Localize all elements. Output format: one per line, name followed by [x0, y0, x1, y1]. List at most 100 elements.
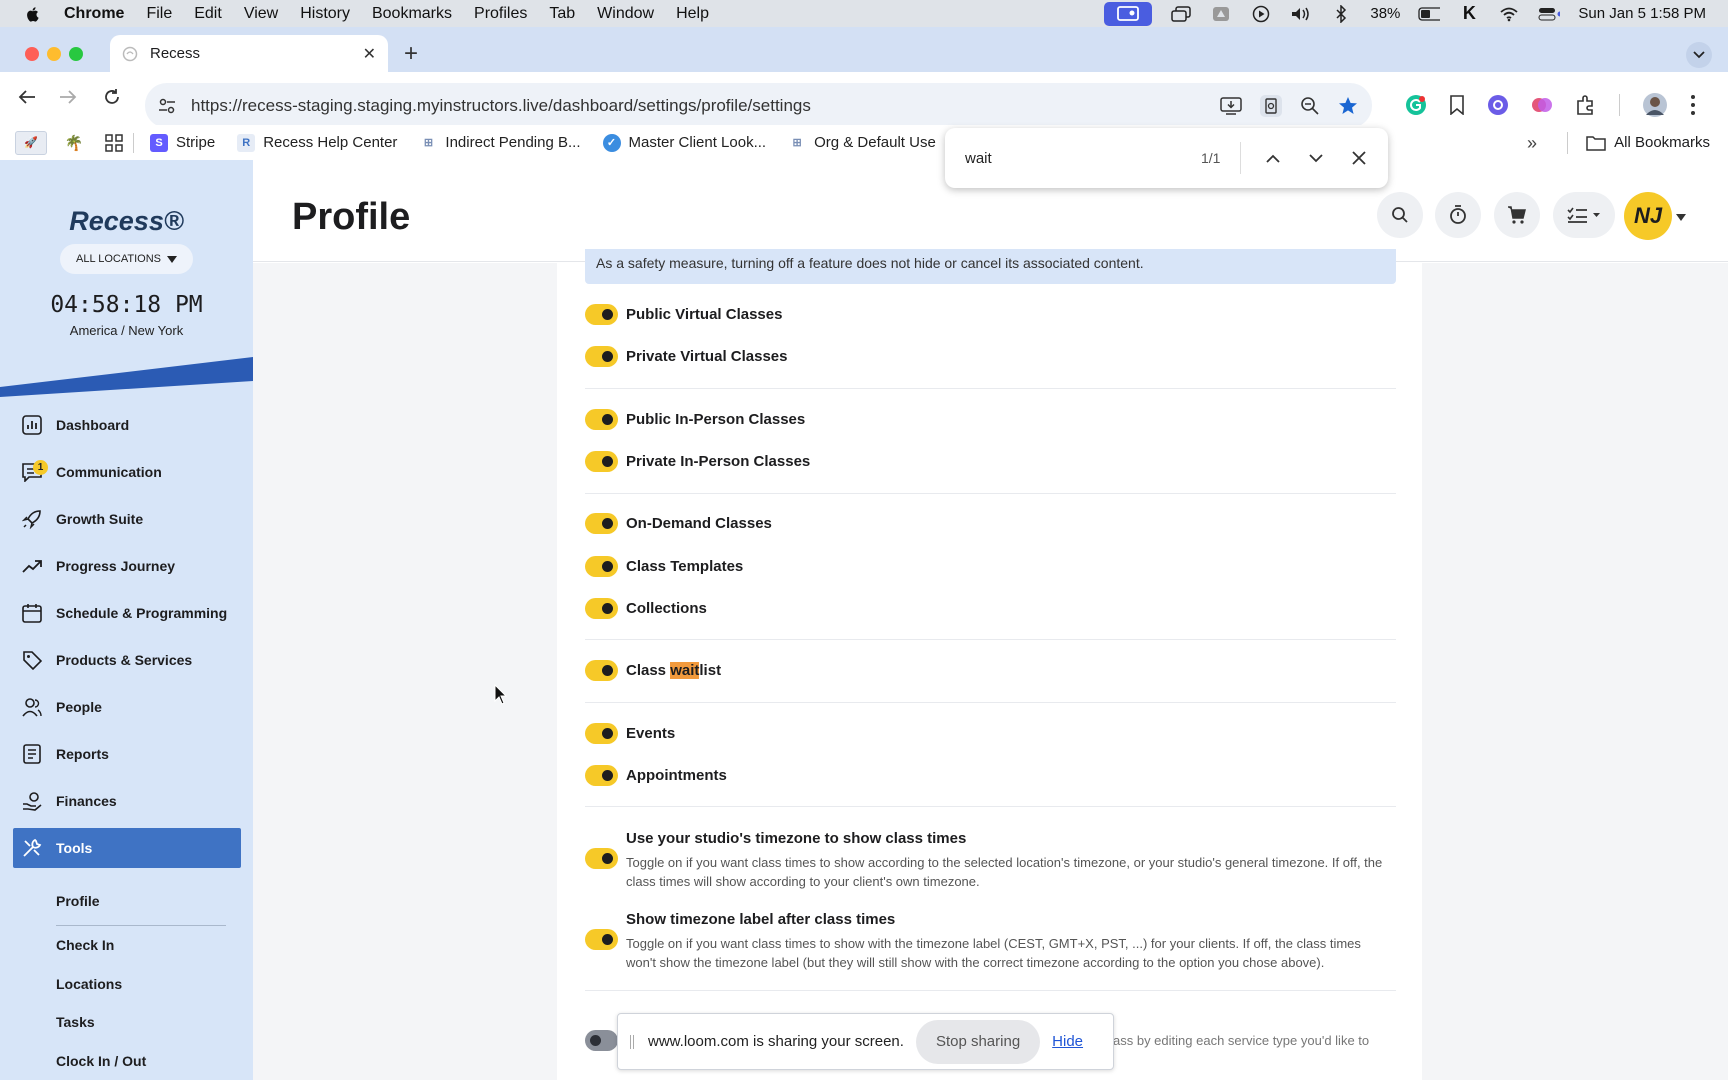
site-info-icon[interactable]	[157, 96, 177, 116]
header-tasks-button[interactable]	[1553, 192, 1615, 238]
toggle-switch[interactable]	[585, 598, 618, 619]
bookmark-master-client[interactable]: ✓ Master Client Look...	[602, 133, 766, 152]
header-timer-button[interactable]	[1435, 192, 1481, 238]
k-app-icon[interactable]: K	[1458, 3, 1480, 23]
window-zoom-button[interactable]	[69, 47, 83, 61]
chrome-profile-avatar[interactable]	[1642, 92, 1668, 118]
menu-file[interactable]: File	[146, 5, 172, 23]
sidebar-item-people[interactable]: People	[13, 687, 241, 727]
extensions-puzzle-icon[interactable]	[1575, 94, 1597, 116]
bookmark-indirect-pending[interactable]: ⊞ Indirect Pending B...	[419, 134, 581, 152]
back-arrow-icon[interactable]	[15, 85, 39, 109]
all-bookmarks-button[interactable]: All Bookmarks	[1567, 125, 1710, 160]
menu-profiles[interactable]: Profiles	[474, 5, 527, 23]
find-next-chevron-down-icon[interactable]	[1304, 146, 1328, 170]
apple-icon[interactable]	[24, 5, 42, 23]
forward-arrow-icon[interactable]	[56, 85, 80, 109]
sidebar-subitem-locations[interactable]: Locations	[56, 976, 122, 992]
bookmark-org-default[interactable]: ⊞ Org & Default Use	[788, 134, 935, 152]
apps-grid-icon[interactable]	[105, 133, 123, 152]
zoom-icon[interactable]	[1300, 96, 1320, 116]
toggle-label: Public In-Person Classes	[626, 411, 806, 428]
control-center-icon[interactable]	[1538, 6, 1561, 22]
toggle-switch[interactable]	[585, 513, 618, 534]
bookmark-palm-icon[interactable]: 🌴	[65, 134, 91, 152]
url-text[interactable]: https://recess-staging.staging.myinstruc…	[191, 96, 811, 116]
toggle-switch[interactable]	[585, 346, 618, 367]
menu-tab[interactable]: Tab	[549, 5, 575, 23]
bookmark-recess-help-center[interactable]: R Recess Help Center	[237, 133, 397, 152]
play-icon[interactable]	[1250, 5, 1272, 22]
menu-view[interactable]: View	[244, 5, 278, 23]
bookmark-stripe[interactable]: S Stripe	[150, 133, 215, 152]
stop-sharing-button[interactable]: Stop sharing	[915, 1019, 1041, 1064]
find-input[interactable]: wait	[965, 150, 992, 167]
screen-share-status-icon[interactable]	[1104, 1, 1153, 26]
sidebar-subitem-tasks[interactable]: Tasks	[56, 1014, 95, 1030]
grammarly-icon[interactable]	[1405, 94, 1427, 116]
toggle-switch[interactable]	[585, 765, 618, 786]
header-search-button[interactable]	[1377, 192, 1423, 238]
battery-icon[interactable]	[1418, 6, 1441, 22]
bluetooth-icon[interactable]	[1330, 4, 1352, 23]
find-close-icon[interactable]	[1347, 146, 1371, 170]
volume-icon[interactable]	[1290, 6, 1312, 22]
drag-handle-icon[interactable]	[630, 1034, 634, 1049]
new-tab-icon[interactable]: +	[404, 40, 418, 68]
bookmark-rocket-icon[interactable]: 🚀	[15, 130, 55, 155]
extension-pink-icon[interactable]	[1531, 94, 1553, 116]
extension-purple-icon[interactable]	[1487, 94, 1509, 116]
avatar-caret-down-icon[interactable]	[1676, 214, 1686, 221]
find-in-page-icon[interactable]	[1260, 94, 1282, 117]
recess-logo[interactable]: Recess®	[0, 206, 253, 237]
wifi-icon[interactable]	[1498, 6, 1520, 22]
bookmark-star-icon[interactable]	[1338, 96, 1358, 116]
hide-banner-link[interactable]: Hide	[1052, 1033, 1083, 1050]
toggle-row-public-in-person: Public In-Person Classes	[585, 409, 805, 430]
bookmark-icon[interactable]	[1449, 95, 1465, 115]
sidebar-item-dashboard[interactable]: Dashboard	[13, 405, 241, 445]
sidebar-item-tools[interactable]: Tools	[13, 828, 241, 868]
menu-edit[interactable]: Edit	[194, 5, 222, 23]
sidebar-item-growth-suite[interactable]: Growth Suite	[13, 499, 241, 539]
toggle-switch[interactable]	[585, 929, 618, 950]
tab-close-icon[interactable]: ✕	[363, 44, 376, 64]
toggle-switch[interactable]	[585, 556, 618, 577]
window-stack-icon[interactable]	[1170, 5, 1192, 22]
sidebar-subitem-check-in[interactable]: Check In	[56, 937, 114, 953]
location-selector[interactable]: ALL LOCATIONS	[60, 244, 193, 274]
sidebar-item-schedule[interactable]: Schedule & Programming	[13, 593, 241, 633]
toggle-switch[interactable]	[585, 409, 618, 430]
reload-icon[interactable]	[100, 85, 124, 109]
window-close-button[interactable]	[25, 47, 39, 61]
install-app-icon[interactable]	[1220, 96, 1242, 116]
browser-tab-recess[interactable]: Recess ✕	[110, 35, 388, 72]
user-avatar[interactable]: NJ	[1624, 192, 1672, 240]
menu-history[interactable]: History	[300, 5, 350, 23]
toggle-switch[interactable]	[585, 304, 618, 325]
menu-window[interactable]: Window	[597, 5, 654, 23]
bookmarks-overflow-icon[interactable]: »	[1527, 133, 1537, 154]
window-minimize-button[interactable]	[47, 47, 61, 61]
toggle-switch[interactable]	[585, 723, 618, 744]
sidebar-item-reports[interactable]: Reports	[13, 734, 241, 774]
sidebar-item-finances[interactable]: Finances	[13, 781, 241, 821]
sidebar-item-communication[interactable]: 1 Communication	[13, 452, 241, 492]
toggle-switch[interactable]	[585, 660, 618, 681]
address-bar[interactable]: https://recess-staging.staging.myinstruc…	[145, 83, 1372, 128]
find-previous-chevron-up-icon[interactable]	[1261, 146, 1285, 170]
sidebar-item-progress-journey[interactable]: Progress Journey	[13, 546, 241, 586]
toggle-switch[interactable]	[585, 451, 618, 472]
menu-help[interactable]: Help	[676, 5, 709, 23]
sidebar-subitem-profile[interactable]: Profile	[56, 893, 100, 909]
tab-search-chevron-icon[interactable]	[1686, 42, 1712, 68]
menu-bookmarks[interactable]: Bookmarks	[372, 5, 452, 23]
menu-app-name[interactable]: Chrome	[64, 5, 124, 23]
toggle-switch[interactable]	[585, 1030, 618, 1051]
toggle-switch[interactable]	[585, 848, 618, 869]
sidebar-item-products-services[interactable]: Products & Services	[13, 640, 241, 680]
sidebar-subitem-clock-in-out[interactable]: Clock In / Out	[56, 1053, 146, 1069]
chrome-menu-icon[interactable]	[1690, 94, 1696, 116]
header-cart-button[interactable]	[1494, 192, 1540, 238]
drive-icon[interactable]	[1210, 6, 1232, 22]
